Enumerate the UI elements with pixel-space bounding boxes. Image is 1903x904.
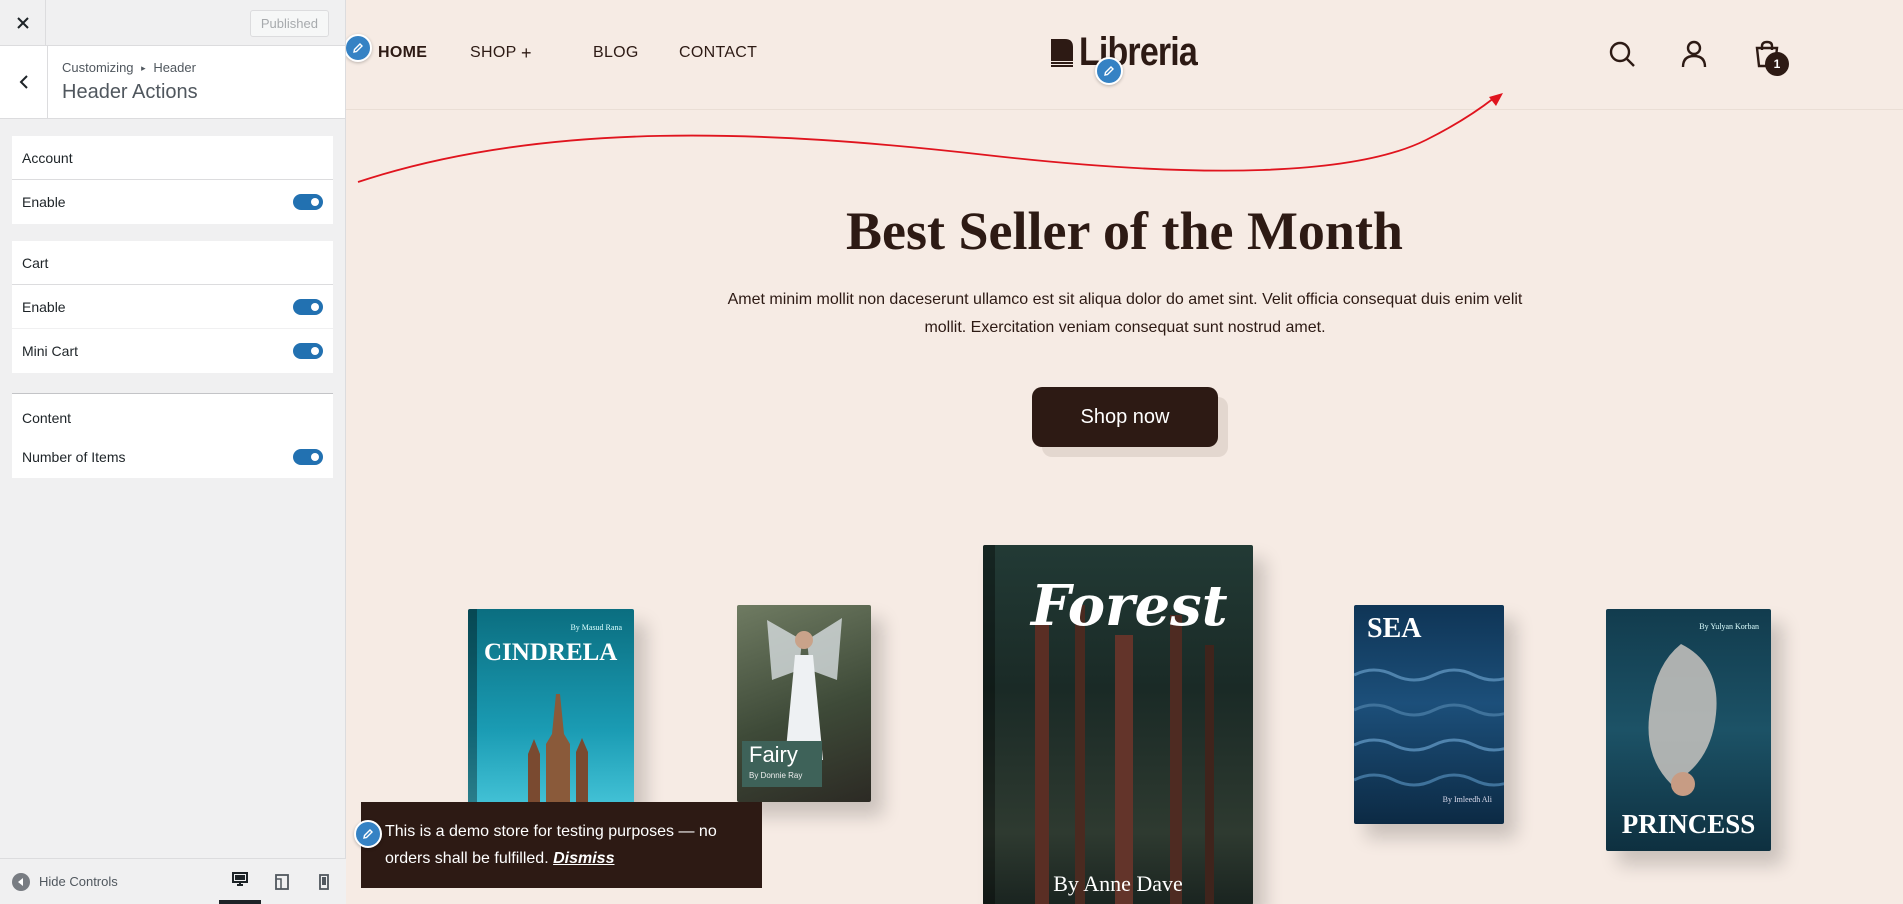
account-enable-toggle[interactable] [293,194,323,210]
chevron-left-icon [19,75,28,89]
content-group-title: Content [12,394,333,436]
mini-cart-label: Mini Cart [22,343,79,359]
section-title: Header Actions [62,81,198,103]
customizer-sidebar: Published Customizing ▸ Header Header Ac… [0,0,346,904]
account-group: Account Enable [12,136,333,224]
group-title-label: Content [22,410,72,426]
mini-cart-row: Mini Cart [12,329,333,373]
site-preview: HOME SHOP + BLOG CONTACT Libreria 1 Best… [346,0,1903,904]
book-title: CINDRELA [484,639,618,666]
book-princess[interactable]: By Yulyan Korban PRINCESS [1606,609,1771,851]
group-title-label: Cart [22,254,49,271]
back-button[interactable] [0,46,48,118]
cart-group: Cart Enable Mini Cart [12,241,333,373]
book-author: By Donnie Ray [749,771,803,780]
princess-illustration [1648,644,1717,796]
customizer-footer: Hide Controls [0,858,346,904]
desktop-preview-button[interactable] [219,859,261,904]
account-group-title: Account [12,136,333,180]
book-author: By Masud Rana [570,623,622,632]
hide-controls-label: Hide Controls [39,874,118,889]
hero-text: Amet minim mollit non daceserunt ullamco… [727,291,1523,336]
tablet-preview-button[interactable] [261,859,303,904]
breadcrumb-parent: Header [153,60,196,75]
mini-cart-toggle[interactable] [293,343,323,359]
book-fairy[interactable]: Fairy By Donnie Ray [737,605,871,802]
close-icon [16,17,29,29]
breadcrumb-separator: ▸ [141,63,146,73]
book-sea[interactable]: SEA By Imleedh Ali [1354,605,1504,824]
edit-notice-shortcut[interactable] [354,820,382,848]
section-header: Customizing ▸ Header Header Actions [0,46,345,119]
book-author: By Anne Dave [1053,871,1183,896]
book-author: By Imleedh Ali [1442,795,1492,804]
customizer-topbar: Published [0,0,345,46]
book-title: Fairy [749,742,798,767]
cart-group-title: Cart [12,241,333,285]
dismiss-link[interactable]: Dismiss [553,850,614,867]
breadcrumb-root: Customizing [62,60,134,75]
store-notice-text: This is a demo store for testing purpose… [385,823,717,867]
shop-now-button[interactable]: Shop now [1032,387,1218,447]
book-cindrela[interactable]: By Masud Rana CINDRELA [468,609,634,809]
book-title: Forest [1031,573,1228,639]
number-of-items-toggle[interactable] [293,449,323,465]
close-customizer-button[interactable] [0,0,46,46]
account-enable-row: Enable [12,180,333,224]
hero-title: Best Seller of the Month [846,201,1403,261]
account-enable-label: Enable [22,194,66,210]
pencil-icon [363,829,373,839]
hide-controls-button[interactable]: Hide Controls [12,859,118,904]
mobile-icon [319,873,329,890]
annotation-arrow [357,93,1503,183]
book-author: By Yulyan Korban [1699,622,1759,631]
desktop-icon [232,872,248,886]
number-of-items-label: Number of Items [22,449,126,465]
cart-enable-toggle[interactable] [293,298,323,315]
forest-illustration [1035,605,1214,904]
book-forest[interactable]: Forest By Anne Dave [983,545,1253,904]
published-button[interactable]: Published [249,10,329,37]
cart-enable-label: Enable [22,298,66,315]
store-notice: This is a demo store for testing purpose… [361,802,762,888]
mobile-preview-button[interactable] [303,859,345,904]
breadcrumb: Customizing ▸ Header [62,60,196,75]
collapse-icon [12,872,30,891]
number-of-items-row: Number of Items [12,436,333,478]
content-group: Content Number of Items [12,393,333,478]
castle-illustration [528,694,588,809]
book-title: SEA [1367,613,1422,644]
group-title-label: Account [22,149,73,166]
book-title: PRINCESS [1621,809,1756,839]
tablet-icon [275,873,289,890]
cart-enable-row: Enable [12,285,333,329]
